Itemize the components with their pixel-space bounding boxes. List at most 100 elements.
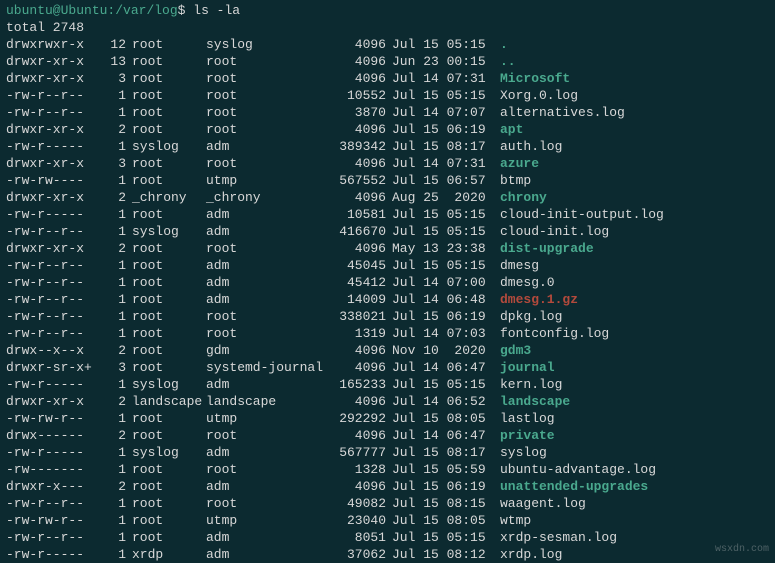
file-date: Jul 15 06:19: [386, 121, 496, 138]
file-date: Jul 15 05:15: [386, 257, 496, 274]
file-size: 4096: [326, 427, 386, 444]
file-date: Jul 15 08:05: [386, 410, 496, 427]
list-item: -rw-rw-r--1rootutmp292292Jul 15 08:05las…: [6, 410, 769, 427]
file-permissions: -rw-r--r--: [6, 529, 96, 546]
file-size: 4096: [326, 342, 386, 359]
file-permissions: drwxrwxr-x: [6, 36, 96, 53]
list-item: drwxr-xr-x13rootroot4096Jun 23 00:15..: [6, 53, 769, 70]
file-group: utmp: [206, 172, 326, 189]
file-group: root: [206, 70, 326, 87]
file-group: root: [206, 325, 326, 342]
file-permissions: -rw-r-----: [6, 376, 96, 393]
total-line: total 2748: [6, 19, 769, 36]
terminal-output[interactable]: ubuntu@Ubuntu:/var/log$ ls -la total 274…: [6, 2, 769, 563]
file-permissions: -rw-------: [6, 461, 96, 478]
file-owner: root: [126, 342, 206, 359]
file-date: Jul 15 08:17: [386, 138, 496, 155]
file-name: auth.log: [496, 138, 562, 155]
file-group: adm: [206, 291, 326, 308]
file-date: Jul 14 07:07: [386, 104, 496, 121]
file-owner: root: [126, 36, 206, 53]
file-name: cloud-init-output.log: [496, 206, 664, 223]
file-name: alternatives.log: [496, 104, 625, 121]
file-owner: root: [126, 240, 206, 257]
file-links: 3: [96, 70, 126, 87]
file-group: adm: [206, 223, 326, 240]
file-date: Jul 15 05:15: [386, 87, 496, 104]
file-permissions: drwxr-xr-x: [6, 53, 96, 70]
file-owner: root: [126, 291, 206, 308]
file-permissions: drwx------: [6, 427, 96, 444]
file-size: 10581: [326, 206, 386, 223]
file-links: 1: [96, 87, 126, 104]
list-item: -rw-r--r--1rootroot49082Jul 15 08:15waag…: [6, 495, 769, 512]
file-size: 4096: [326, 359, 386, 376]
file-date: Jul 14 07:31: [386, 155, 496, 172]
file-owner: syslog: [126, 376, 206, 393]
file-date: Jul 15 05:15: [386, 36, 496, 53]
file-owner: xrdp: [126, 546, 206, 563]
file-date: Jul 14 07:31: [386, 70, 496, 87]
file-date: Jun 23 00:15: [386, 53, 496, 70]
list-item: -rw-rw----1rootutmp567552Jul 15 06:57btm…: [6, 172, 769, 189]
file-permissions: drwxr-xr-x: [6, 393, 96, 410]
file-name: lastlog: [496, 410, 555, 427]
file-name: Microsoft: [496, 70, 570, 87]
file-group: root: [206, 240, 326, 257]
file-group: root: [206, 155, 326, 172]
file-name: xrdp.log: [496, 546, 562, 563]
list-item: drwxr-xr-x2rootroot4096Jul 15 06:19apt: [6, 121, 769, 138]
file-date: Jul 15 08:15: [386, 495, 496, 512]
file-size: 567552: [326, 172, 386, 189]
file-group: root: [206, 495, 326, 512]
file-permissions: -rw-r-----: [6, 138, 96, 155]
file-name: xrdp-sesman.log: [496, 529, 617, 546]
file-owner: root: [126, 308, 206, 325]
file-permissions: -rw-r--r--: [6, 325, 96, 342]
list-item: drwx--x--x2rootgdm4096Nov 10 2020gdm3: [6, 342, 769, 359]
file-size: 4096: [326, 393, 386, 410]
list-item: drwxr-sr-x+3rootsystemd-journal4096Jul 1…: [6, 359, 769, 376]
file-date: Jul 15 06:19: [386, 478, 496, 495]
list-item: -rw-r--r--1rootadm45045Jul 15 05:15dmesg: [6, 257, 769, 274]
file-group: adm: [206, 257, 326, 274]
file-owner: syslog: [126, 138, 206, 155]
watermark: wsxdn.com: [715, 541, 769, 558]
list-item: drwxrwxr-x12rootsyslog4096Jul 15 05:15.: [6, 36, 769, 53]
list-item: drwxr-xr-x3rootroot4096Jul 14 07:31Micro…: [6, 70, 769, 87]
file-links: 1: [96, 376, 126, 393]
file-date: Jul 15 05:59: [386, 461, 496, 478]
file-date: Jul 14 07:00: [386, 274, 496, 291]
list-item: -rw-r--r--1rootadm45412Jul 14 07:00dmesg…: [6, 274, 769, 291]
file-owner: root: [126, 512, 206, 529]
file-date: Aug 25 2020: [386, 189, 496, 206]
file-size: 14009: [326, 291, 386, 308]
file-size: 45412: [326, 274, 386, 291]
file-size: 165233: [326, 376, 386, 393]
file-name: ubuntu-advantage.log: [496, 461, 656, 478]
file-name: waagent.log: [496, 495, 586, 512]
file-name: chrony: [496, 189, 547, 206]
file-date: Jul 15 06:19: [386, 308, 496, 325]
file-name: wtmp: [496, 512, 531, 529]
file-links: 2: [96, 121, 126, 138]
file-group: adm: [206, 206, 326, 223]
file-name: gdm3: [496, 342, 531, 359]
file-group: _chrony: [206, 189, 326, 206]
file-permissions: -rw-r-----: [6, 206, 96, 223]
file-owner: _chrony: [126, 189, 206, 206]
file-permissions: -rw-r--r--: [6, 291, 96, 308]
file-group: systemd-journal: [206, 359, 326, 376]
file-group: root: [206, 87, 326, 104]
list-item: -rw-r--r--1rootroot3870Jul 14 07:07alter…: [6, 104, 769, 121]
file-owner: root: [126, 70, 206, 87]
list-item: drwx------2rootroot4096Jul 14 06:47priva…: [6, 427, 769, 444]
file-permissions: -rw-rw----: [6, 172, 96, 189]
file-permissions: -rw-rw-r--: [6, 410, 96, 427]
file-links: 1: [96, 138, 126, 155]
file-date: Jul 14 06:47: [386, 359, 496, 376]
prompt-line: ubuntu@Ubuntu:/var/log$ ls -la: [6, 2, 769, 19]
file-name: unattended-upgrades: [496, 478, 648, 495]
file-size: 37062: [326, 546, 386, 563]
file-permissions: drwxr-xr-x: [6, 121, 96, 138]
